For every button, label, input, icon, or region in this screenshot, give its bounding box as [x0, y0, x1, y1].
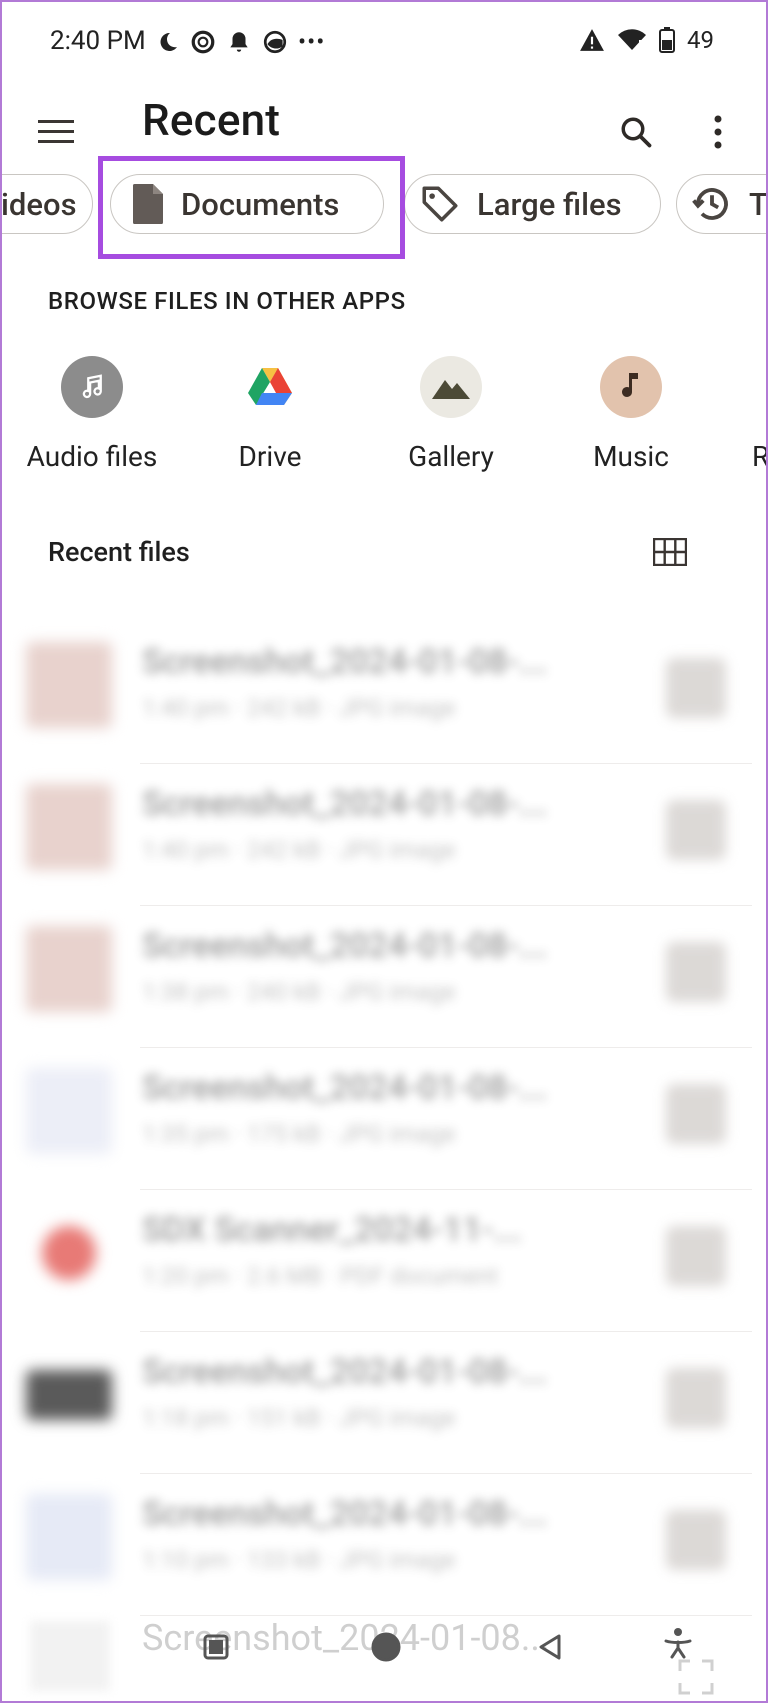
file-meta: 1:40 pm · 242 kB · JPG image	[142, 694, 456, 722]
app-label: Gallery	[408, 440, 494, 473]
back-icon	[539, 1634, 561, 1660]
partial-thumbnail	[30, 1621, 110, 1691]
app-partial[interactable]: R	[728, 356, 768, 473]
app-music[interactable]: Music	[546, 356, 716, 473]
app-drive[interactable]: Drive	[185, 356, 355, 473]
app-label: Audio files	[26, 440, 158, 473]
chip-large-files[interactable]: Large files	[404, 174, 661, 234]
menu-button[interactable]	[30, 106, 82, 158]
file-name: Screenshot_2024-01-08-...	[142, 642, 548, 682]
app-label: Music	[593, 440, 669, 473]
file-thumbnail	[26, 1494, 112, 1580]
music-note-icon	[600, 356, 662, 418]
system-nav-bar: Screenshot_2024-01-08...	[0, 1607, 768, 1703]
file-name: Screenshot_2024-01-08-...	[142, 1068, 548, 1108]
file-thumbnail	[26, 926, 112, 1012]
file-meta: 1:38 pm · 240 kB · JPG image	[142, 978, 456, 1006]
recent-files-heading: Recent files	[48, 536, 190, 568]
grid-view-icon	[653, 538, 687, 566]
chip-history[interactable]: T	[676, 174, 768, 234]
list-item[interactable]: Screenshot_2024-01-08-... 1:10 pm · 133 …	[0, 1474, 768, 1616]
file-name: Screenshot_2024-01-08-...	[142, 926, 548, 966]
other-apps-row: Audio files Drive Gallery Music R	[0, 356, 768, 486]
bell-icon	[230, 32, 248, 52]
chip-label: ideos	[1, 185, 77, 223]
recents-nav-button[interactable]	[198, 1629, 234, 1665]
file-action-icon[interactable]	[666, 658, 726, 718]
ring-icon	[191, 30, 215, 54]
file-meta: 1:10 pm · 133 kB · JPG image	[142, 1546, 456, 1574]
file-thumbnail	[26, 642, 112, 728]
history-icon	[691, 183, 733, 225]
file-name: Screenshot_2024-01-08-...	[142, 784, 548, 824]
app-label: R	[752, 440, 768, 473]
back-nav-button[interactable]	[532, 1629, 568, 1665]
menu-icon	[38, 120, 74, 143]
expand-icon	[674, 1655, 718, 1699]
app-label: Drive	[238, 440, 302, 473]
file-thumbnail	[26, 1068, 112, 1154]
more-vert-icon	[714, 115, 722, 149]
file-thumbnail	[26, 1370, 112, 1420]
list-item[interactable]: SDX Scanner_2024-11-... 1:20 pm · 2.6 MB…	[0, 1190, 768, 1332]
file-thumbnail	[42, 1226, 96, 1280]
file-thumbnail	[26, 784, 112, 870]
sync-icon	[263, 30, 287, 54]
file-action-icon[interactable]	[666, 800, 726, 860]
app-audio-files[interactable]: Audio files	[7, 356, 177, 473]
drive-icon	[239, 356, 301, 418]
list-item[interactable]: Screenshot_2024-01-08-... 1:18 pm · 151 …	[0, 1332, 768, 1474]
browse-heading: BROWSE FILES IN OTHER APPS	[48, 287, 406, 315]
square-icon	[203, 1634, 229, 1660]
mountain-icon	[420, 356, 482, 418]
battery-level: 49	[687, 26, 714, 54]
battery-icon	[659, 27, 676, 53]
search-icon	[621, 117, 652, 148]
app-gallery[interactable]: Gallery	[366, 356, 536, 473]
file-action-icon[interactable]	[666, 1226, 726, 1286]
alert-icon	[580, 29, 604, 51]
page-title: Recent	[142, 94, 281, 146]
file-action-icon[interactable]	[666, 1368, 726, 1428]
file-meta: 1:18 pm · 151 kB · JPG image	[142, 1404, 456, 1432]
file-meta: 1:40 pm · 242 kB · JPG image	[142, 836, 456, 864]
chip-label: T	[749, 185, 768, 223]
wifi-icon	[618, 29, 647, 50]
file-action-icon[interactable]	[666, 1084, 726, 1144]
moon-icon	[160, 32, 177, 51]
list-item[interactable]: Screenshot_2024-01-08-... 1:40 pm · 242 …	[0, 622, 768, 764]
more-dots-icon: •••	[298, 28, 326, 56]
tag-icon	[419, 183, 461, 225]
file-action-icon[interactable]	[666, 1510, 726, 1570]
status-bar: 2:40 PM ••• 49	[0, 0, 768, 88]
list-item[interactable]: Screenshot_2024-01-08-... 1:38 pm · 240 …	[0, 906, 768, 1048]
file-name: Screenshot_2024-01-08-...	[142, 1352, 548, 1392]
file-action-icon[interactable]	[666, 942, 726, 1002]
grid-view-button[interactable]	[650, 532, 690, 572]
home-nav-button[interactable]	[364, 1625, 408, 1669]
status-time: 2:40 PM	[50, 26, 146, 56]
search-button[interactable]	[610, 106, 662, 158]
list-item[interactable]: Screenshot_2024-01-08-... 1:40 pm · 242 …	[0, 764, 768, 906]
highlight-box	[98, 156, 405, 259]
music-note-icon	[61, 356, 123, 418]
chip-videos[interactable]: ideos	[0, 174, 93, 234]
file-name: SDX Scanner_2024-11-...	[142, 1210, 522, 1250]
file-meta: 1:20 pm · 2.6 MB · PDF document	[142, 1262, 499, 1290]
file-name: Screenshot_2024-01-08-...	[142, 1494, 548, 1534]
more-options-button[interactable]	[692, 106, 744, 158]
chip-label: Large files	[477, 185, 622, 223]
circle-icon	[371, 1632, 401, 1662]
file-meta: 1:35 pm · 175 kB · JPG image	[142, 1120, 456, 1148]
list-item[interactable]: Screenshot_2024-01-08-... 1:35 pm · 175 …	[0, 1048, 768, 1190]
